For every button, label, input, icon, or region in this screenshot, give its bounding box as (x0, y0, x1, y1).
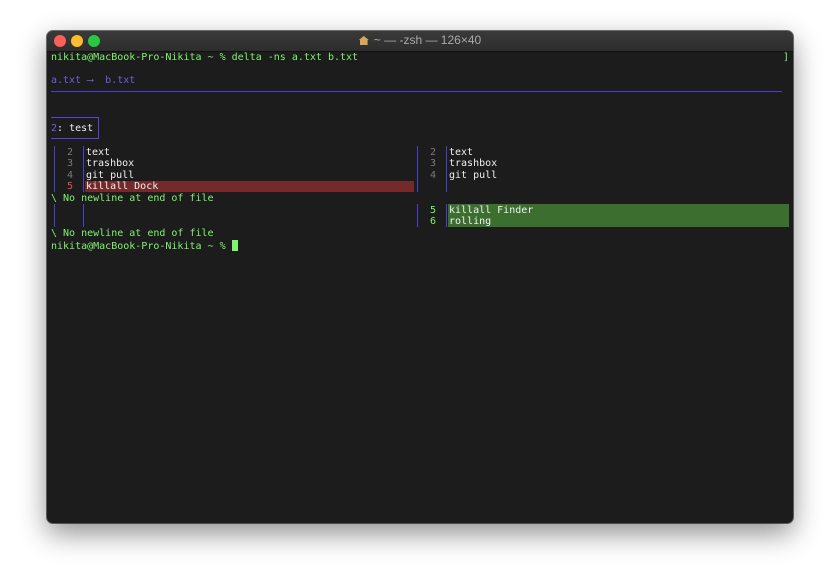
hunk-label: : test (57, 123, 94, 134)
right-line-number: 3 (429, 158, 436, 169)
right-line-number-added: 6 (429, 216, 436, 227)
file-header: a.txt ⟶ b.txt (51, 75, 136, 86)
left-line-text: trashbox (86, 158, 135, 169)
title-bar[interactable]: ~ — -zsh — 126×40 (47, 31, 793, 52)
terminal-window: ~ — -zsh — 126×40 nikita@MacBook-Pro-Nik… (47, 31, 793, 523)
right-gutter-separator-2 (417, 204, 418, 227)
right-line-text: git pull (449, 170, 498, 181)
right-number-separator (446, 146, 447, 192)
left-line-number: 4 (66, 170, 73, 181)
window-title: ~ — -zsh — 126×40 (373, 33, 482, 47)
prompt-line: nikita@MacBook-Pro-Nikita ~ % (51, 240, 238, 252)
hunk-header: 2: test (51, 123, 93, 135)
right-line-number-added: 5 (429, 205, 436, 216)
hunk-header-box: 2: test (51, 117, 99, 139)
text-cursor[interactable] (231, 240, 238, 251)
left-line-text: git pull (86, 170, 135, 181)
no-newline-notice: \ No newline at end of file (51, 228, 214, 239)
right-line-number: 4 (429, 170, 436, 181)
right-line-text-added: rolling (449, 216, 492, 227)
right-line-text-added: killall Finder (449, 205, 534, 216)
left-gutter-separator (54, 146, 55, 192)
command-line: nikita@MacBook-Pro-Nikita ~ % delta -ns … (51, 52, 359, 63)
left-number-separator-2 (83, 204, 84, 227)
no-newline-notice: \ No newline at end of file (51, 193, 214, 204)
right-line-text: text (449, 147, 474, 158)
right-marker: ] (782, 52, 789, 63)
left-gutter-separator-2 (54, 204, 55, 227)
right-line-number: 2 (429, 147, 436, 158)
right-line-text: trashbox (449, 158, 498, 169)
left-line-text: text (86, 147, 111, 158)
window-title-area: ~ — -zsh — 126×40 (47, 33, 793, 47)
left-number-separator (83, 146, 84, 192)
prompt: nikita@MacBook-Pro-Nikita ~ % (51, 241, 232, 252)
terminal-content[interactable]: nikita@MacBook-Pro-Nikita ~ % delta -ns … (51, 51, 789, 523)
left-line-number: 2 (66, 147, 73, 158)
right-number-separator-2 (446, 204, 447, 227)
left-line-number: 3 (66, 158, 73, 169)
left-line-number-removed: 5 (66, 181, 73, 192)
file-header-rule (51, 91, 782, 92)
right-gutter-separator (417, 146, 418, 192)
left-line-text-removed: killall Dock (86, 181, 159, 192)
home-icon (358, 36, 369, 45)
